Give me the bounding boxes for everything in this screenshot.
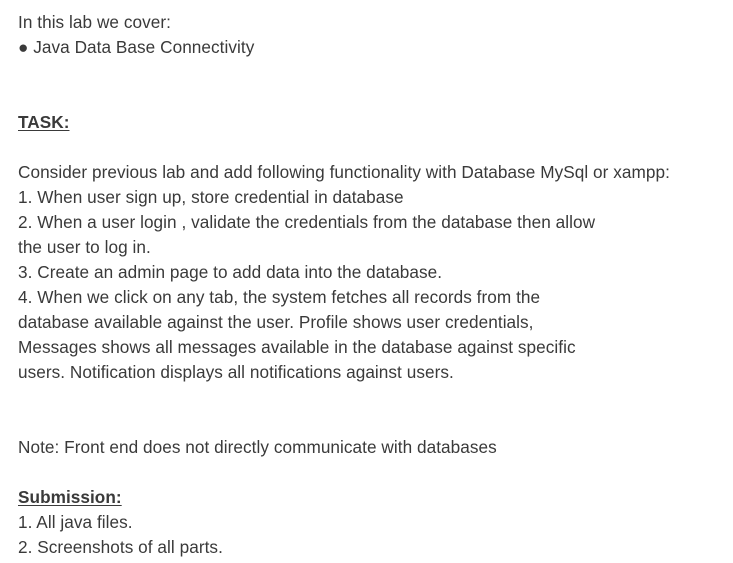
note-text: Note: Front end does not directly commun… <box>18 437 497 457</box>
submission-item-1: 1. All java files. <box>18 512 133 532</box>
lab-document: In this lab we cover: ● Java Data Base C… <box>18 10 730 560</box>
submission-heading: Submission: <box>18 487 122 507</box>
task-item-4-line-1: 4. When we click on any tab, the system … <box>18 287 541 307</box>
task-intro: Consider previous lab and add following … <box>18 162 670 182</box>
task-item-2-line-2: the user to log in. <box>18 237 151 257</box>
topic-bullet: ● Java Data Base Connectivity <box>18 37 255 57</box>
intro-line: In this lab we cover: <box>18 12 171 32</box>
task-heading: TASK: <box>18 112 70 132</box>
task-item-4-line-3: Messages shows all messages available in… <box>18 337 576 357</box>
task-item-2-line-1: 2. When a user login , validate the cred… <box>18 212 596 232</box>
task-item-4-line-4: users. Notification displays all notific… <box>18 362 454 382</box>
task-item-1: 1. When user sign up, store credential i… <box>18 187 404 207</box>
task-item-4-line-2: database available against the user. Pro… <box>18 312 534 332</box>
submission-item-2: 2. Screenshots of all parts. <box>18 537 223 557</box>
task-item-3: 3. Create an admin page to add data into… <box>18 262 443 282</box>
